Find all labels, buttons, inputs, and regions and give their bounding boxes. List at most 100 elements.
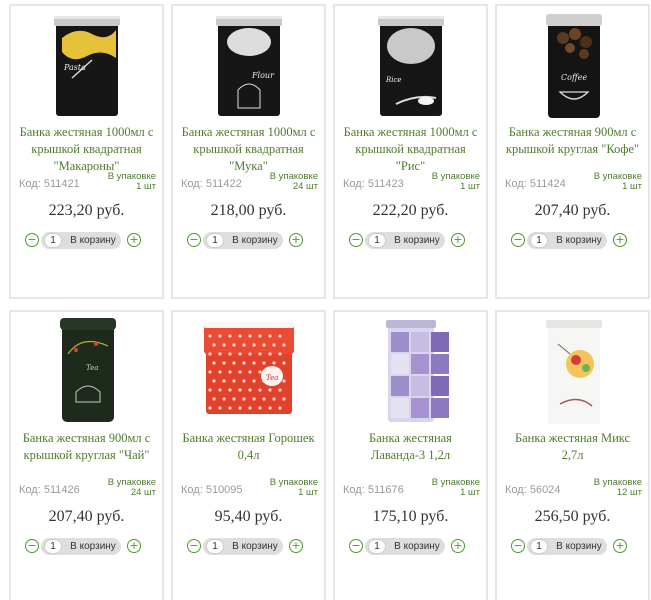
product-title-line: крышкой квадратная	[31, 142, 142, 156]
quantity-input[interactable]: 1	[530, 539, 548, 554]
product-image[interactable]: Rice	[335, 8, 486, 122]
product-card[interactable]: Rice Банка жестяная 1000мл с крышкой квад…	[333, 4, 488, 299]
polka-dot-tin-icon[interactable]: Tea	[194, 314, 304, 428]
decrease-quantity-button[interactable]: −	[187, 539, 201, 553]
increase-quantity-button[interactable]: +	[289, 233, 303, 247]
product-card[interactable]: Банка жестяная Микс 2,7л Код: 56024 В упа…	[495, 310, 650, 600]
quantity-input[interactable]: 1	[368, 233, 386, 248]
decrease-quantity-button[interactable]: −	[349, 539, 363, 553]
product-image[interactable]: Tea	[11, 314, 162, 428]
add-to-cart-button[interactable]: В корзину	[389, 539, 445, 554]
decrease-quantity-button[interactable]: −	[511, 539, 525, 553]
decrease-quantity-button[interactable]: −	[25, 539, 39, 553]
add-to-cart-row: − 1 В корзину +	[335, 538, 486, 556]
product-title-link[interactable]: Банка жестяная 1000мл с крышкой квадратна…	[17, 124, 156, 175]
product-title-line: Лаванда-3 1,2л	[370, 448, 451, 462]
increase-quantity-button[interactable]: +	[451, 233, 465, 247]
decrease-quantity-button[interactable]: −	[187, 233, 201, 247]
product-card[interactable]: Банка жестяная Лаванда-3 1,2л Код: 511676…	[333, 310, 488, 600]
tea-tin-icon[interactable]: Tea	[32, 314, 142, 428]
add-to-cart-button[interactable]: В корзину	[227, 233, 283, 248]
product-title-line: крышкой квадратная	[193, 142, 304, 156]
quantity-input[interactable]: 1	[44, 233, 62, 248]
add-to-cart-button[interactable]: В корзину	[551, 539, 607, 554]
product-grid: Pasta Банка жестяная 1000мл с крышкой ква…	[0, 0, 651, 600]
add-to-cart-row: − 1 В корзину +	[497, 538, 648, 556]
product-card[interactable]: Pasta Банка жестяная 1000мл с крышкой ква…	[9, 4, 164, 299]
product-title-line: Банка жестяная 1000мл с	[343, 125, 478, 139]
svg-text:Pasta: Pasta	[63, 63, 86, 72]
product-title-line: 2,7л	[561, 448, 584, 462]
svg-text:Coffee: Coffee	[561, 73, 587, 82]
pack-info: В упаковке 24 шт	[270, 172, 318, 192]
product-title-line: Банка жестяная 1000мл с	[181, 125, 316, 139]
add-to-cart-row: − 1 В корзину +	[173, 538, 324, 556]
product-card[interactable]: Tea Банка жестяная Горошек 0,4л Код: 5100…	[171, 310, 326, 600]
product-title-link[interactable]: Банка жестяная 900мл с крышкой круглая "Ч…	[17, 430, 156, 464]
add-to-cart-button[interactable]: В корзину	[65, 233, 121, 248]
product-title-link[interactable]: Банка жестяная 1000мл с крышкой квадратна…	[341, 124, 480, 175]
coffee-tin-icon[interactable]: Coffee	[518, 8, 628, 122]
increase-quantity-button[interactable]: +	[127, 233, 141, 247]
quantity-input[interactable]: 1	[206, 539, 224, 554]
pack-count: 1 шт	[622, 181, 642, 192]
pack-info: В упаковке 1 шт	[594, 172, 642, 192]
product-code: Код: 510095	[181, 484, 243, 496]
add-to-cart-row: − 1 В корзину +	[335, 232, 486, 250]
add-to-cart-row: − 1 В корзину +	[173, 232, 324, 250]
flour-tin-icon[interactable]: Flour	[194, 8, 304, 122]
product-code: Код: 511676	[343, 484, 404, 496]
product-code-value: 511422	[205, 178, 242, 190]
quantity-input[interactable]: 1	[368, 539, 386, 554]
increase-quantity-button[interactable]: +	[613, 233, 627, 247]
product-title-line: Банка жестяная 900мл с	[508, 125, 637, 139]
rice-tin-icon[interactable]: Rice	[356, 8, 466, 122]
product-code-label: Код:	[505, 178, 527, 190]
add-to-cart-button[interactable]: В корзину	[551, 233, 607, 248]
increase-quantity-button[interactable]: +	[613, 539, 627, 553]
pack-count: 1 шт	[136, 181, 156, 192]
product-image[interactable]	[497, 314, 648, 428]
product-image[interactable]: Flour	[173, 8, 324, 122]
quantity-input[interactable]: 1	[44, 539, 62, 554]
pasta-tin-icon[interactable]: Pasta	[32, 8, 142, 122]
product-title-link[interactable]: Банка жестяная Горошек 0,4л	[179, 430, 318, 464]
product-code-value: 510095	[205, 484, 243, 496]
product-price: 207,40 руб.	[48, 508, 125, 525]
lavender-tin-icon[interactable]	[356, 314, 466, 428]
product-title-link[interactable]: Банка жестяная 900мл с крышкой круглая "К…	[503, 124, 642, 158]
decrease-quantity-button[interactable]: −	[349, 233, 363, 247]
product-image[interactable]	[335, 314, 486, 428]
pack-info: В упаковке 1 шт	[432, 172, 480, 192]
quantity-input[interactable]: 1	[206, 233, 224, 248]
product-title-link[interactable]: Банка жестяная Лаванда-3 1,2л	[341, 430, 480, 464]
product-code-label: Код:	[19, 178, 41, 190]
pack-count: 12 шт	[616, 487, 642, 498]
add-to-cart-button[interactable]: В корзину	[227, 539, 283, 554]
quantity-input[interactable]: 1	[530, 233, 548, 248]
decrease-quantity-button[interactable]: −	[25, 233, 39, 247]
increase-quantity-button[interactable]: +	[451, 539, 465, 553]
product-image[interactable]: Coffee	[497, 8, 648, 122]
increase-quantity-button[interactable]: +	[127, 539, 141, 553]
add-to-cart-row: − 1 В корзину +	[11, 232, 162, 250]
pack-info: В упаковке 24 шт	[108, 478, 156, 498]
product-code-label: Код:	[19, 484, 41, 496]
product-card[interactable]: Coffee Банка жестяная 900мл с крышкой кру…	[495, 4, 650, 299]
add-to-cart-button[interactable]: В корзину	[389, 233, 445, 248]
decrease-quantity-button[interactable]: −	[511, 233, 525, 247]
svg-text:Tea: Tea	[86, 364, 98, 372]
svg-text:Tea: Tea	[266, 374, 278, 382]
product-card[interactable]: Flour Банка жестяная 1000мл с крышкой ква…	[171, 4, 326, 299]
product-title-link[interactable]: Банка жестяная Микс 2,7л	[503, 430, 642, 464]
product-image[interactable]: Pasta	[11, 8, 162, 122]
product-card[interactable]: Tea Банка жестяная 900мл с крышкой кругла…	[9, 310, 164, 600]
increase-quantity-button[interactable]: +	[289, 539, 303, 553]
product-code-label: Код:	[343, 178, 365, 190]
product-image[interactable]: Tea	[173, 314, 324, 428]
product-title-link[interactable]: Банка жестяная 1000мл с крышкой квадратна…	[179, 124, 318, 175]
add-to-cart-button[interactable]: В корзину	[65, 539, 121, 554]
product-title-line: "Рис"	[395, 159, 426, 173]
product-code-value: 511424	[529, 178, 566, 190]
mix-tin-icon[interactable]	[518, 314, 628, 428]
